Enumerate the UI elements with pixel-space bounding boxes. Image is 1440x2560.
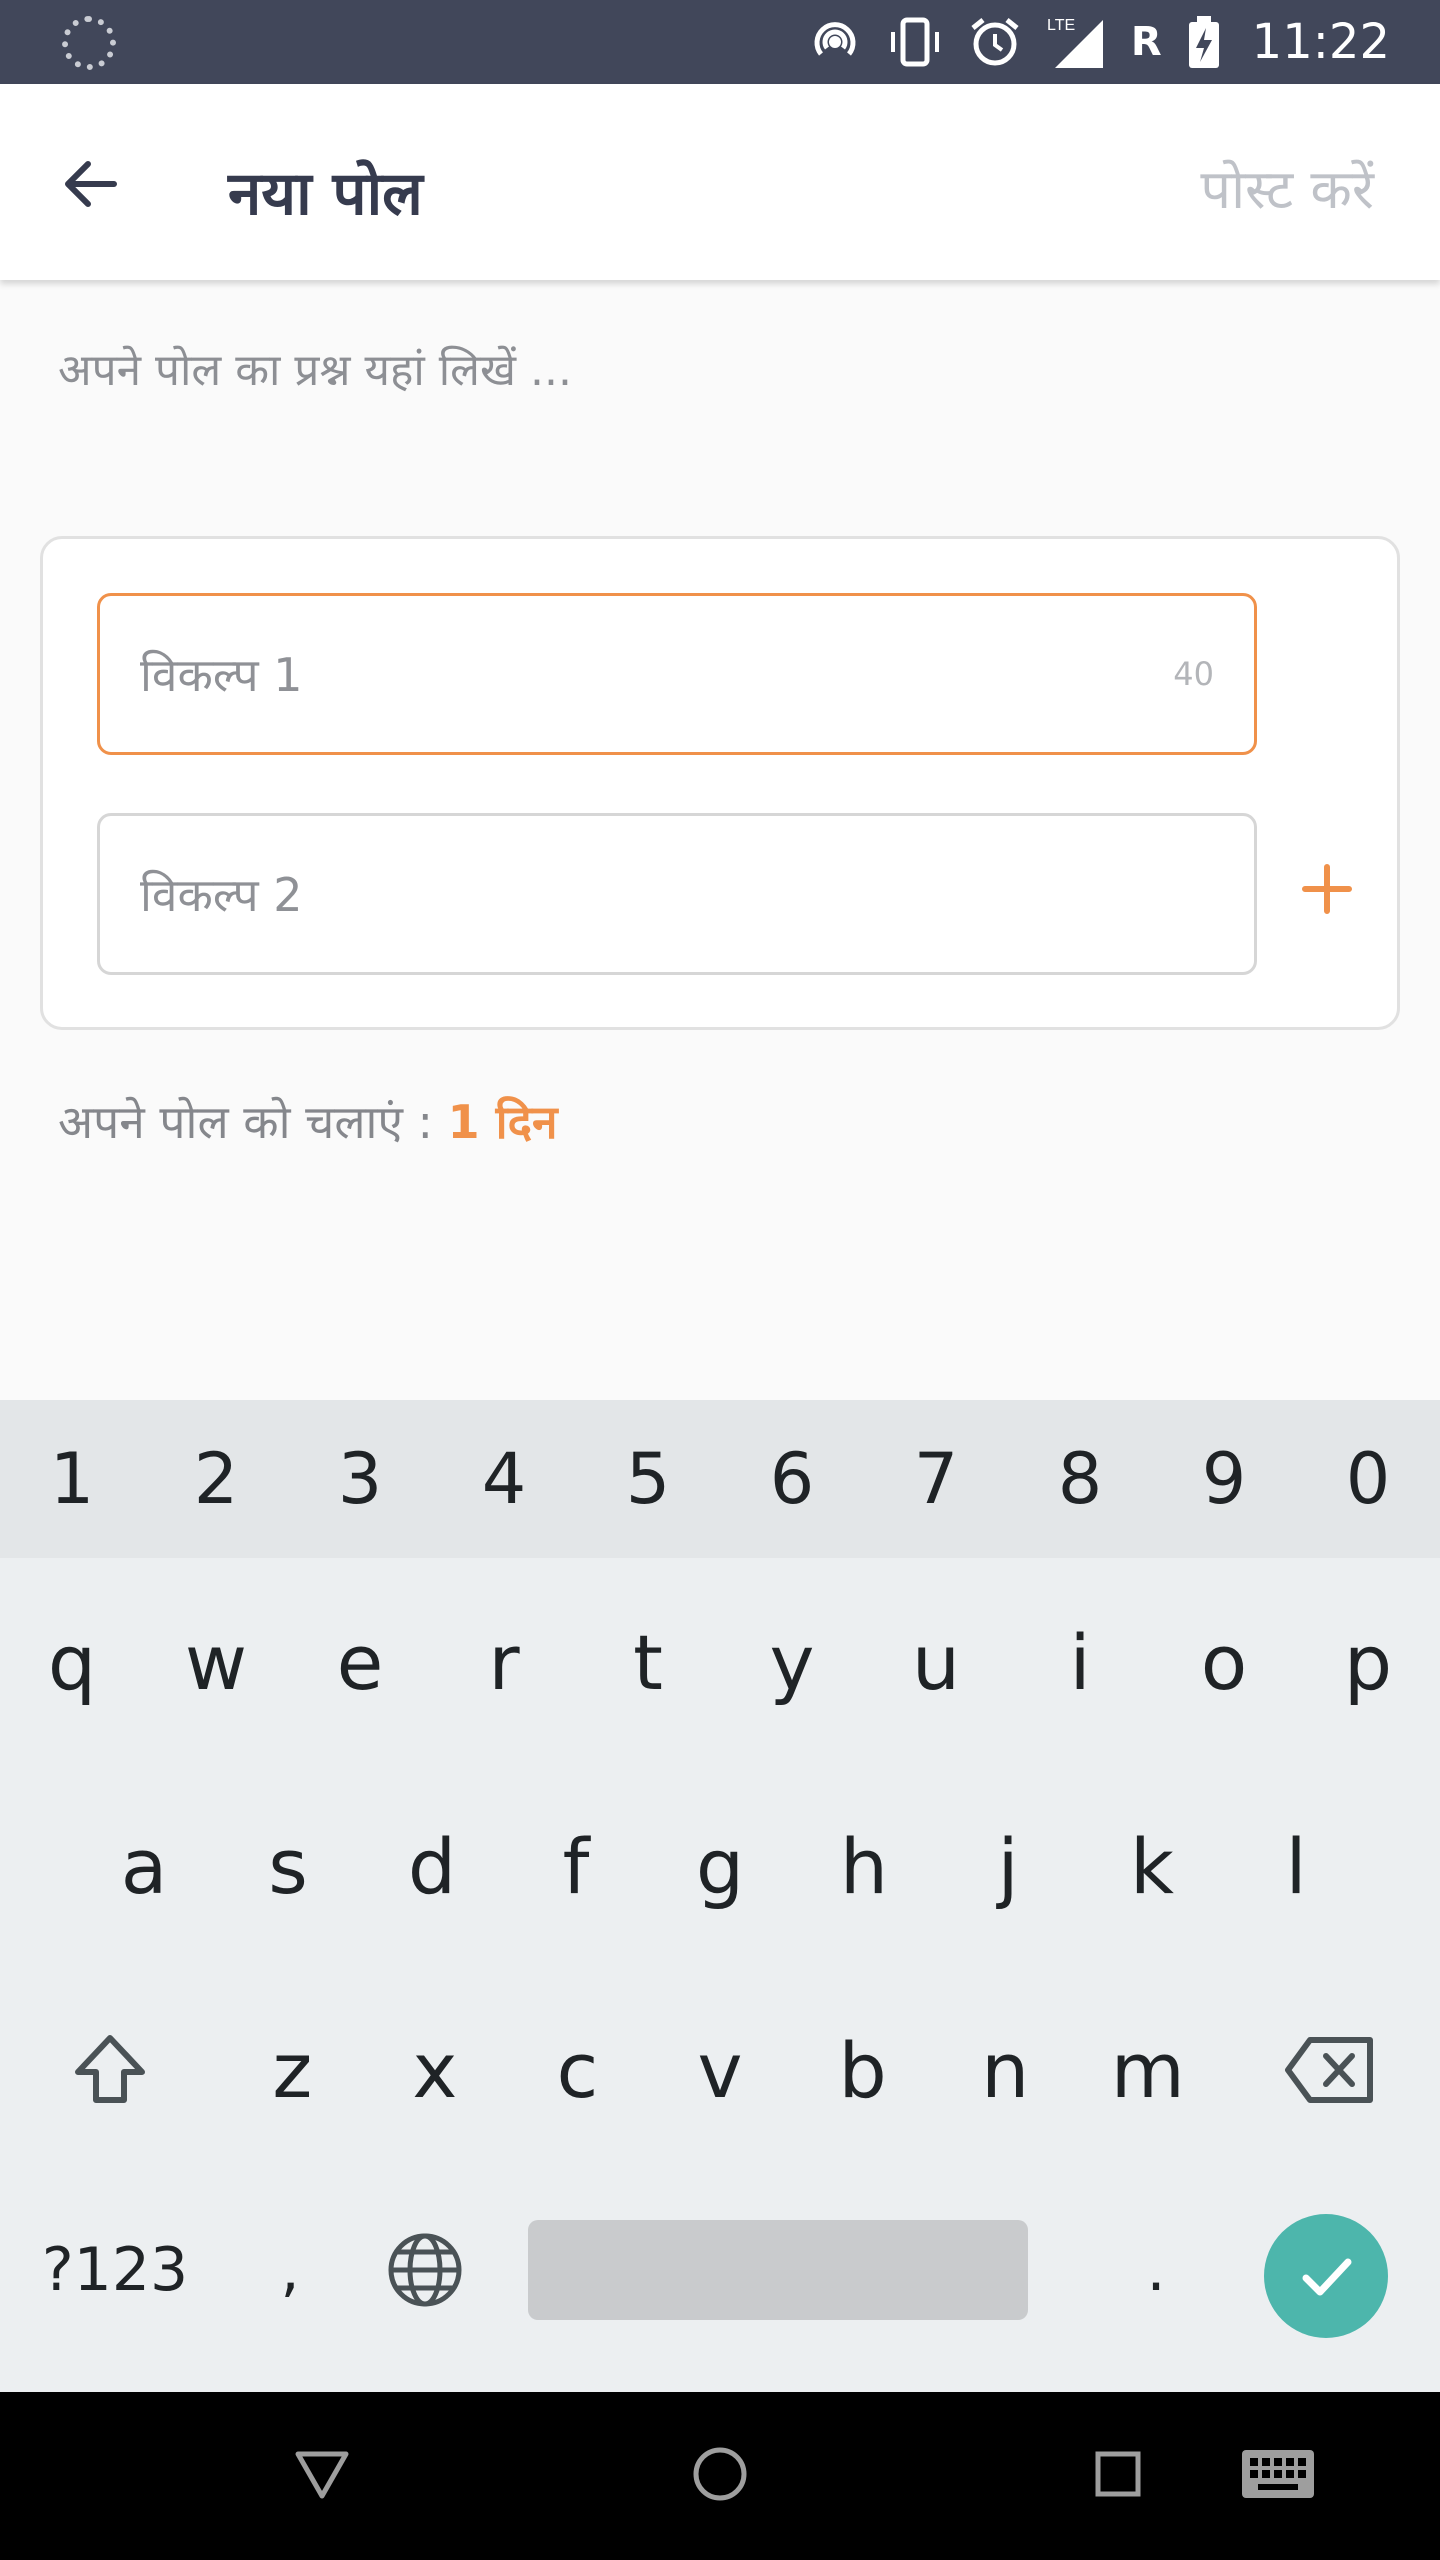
language-key[interactable] xyxy=(350,2170,500,2370)
loading-icon xyxy=(62,16,116,70)
key-c[interactable]: c xyxy=(506,1970,649,2170)
post-button[interactable]: पोस्ट करें xyxy=(1200,150,1374,224)
shift-key[interactable] xyxy=(0,1970,221,2170)
key-f[interactable]: f xyxy=(504,1766,648,1966)
key-3[interactable]: 3 xyxy=(288,1400,432,1558)
option-2-placeholder: विकल्प 2 xyxy=(140,868,303,922)
comma-key[interactable]: , xyxy=(230,2170,350,2370)
hotspot-icon xyxy=(807,14,863,70)
add-option-button[interactable] xyxy=(1287,849,1367,929)
key-1[interactable]: 1 xyxy=(0,1400,144,1558)
alarm-icon xyxy=(967,14,1023,70)
options-card: विकल्प 1 40 विकल्प 2 xyxy=(40,536,1400,1030)
signal-icon: LTE xyxy=(1047,12,1107,72)
key-j[interactable]: j xyxy=(936,1766,1080,1966)
option-1-placeholder: विकल्प 1 xyxy=(140,648,303,702)
nav-home-button[interactable] xyxy=(688,2442,752,2510)
duration-label: अपने पोल को चलाएं : xyxy=(58,1095,448,1149)
key-m[interactable]: m xyxy=(1076,1970,1219,2170)
key-2[interactable]: 2 xyxy=(144,1400,288,1558)
nav-keyboard-button[interactable] xyxy=(1240,2446,1316,2506)
key-w[interactable]: w xyxy=(144,1562,288,1762)
key-l[interactable]: l xyxy=(1224,1766,1368,1966)
key-d[interactable]: d xyxy=(360,1766,504,1966)
space-key[interactable] xyxy=(528,2220,1028,2320)
key-z[interactable]: z xyxy=(221,1970,364,2170)
question-input[interactable]: अपने पोल का प्रश्न यहां लिखें ... xyxy=(58,338,572,398)
key-5[interactable]: 5 xyxy=(576,1400,720,1558)
key-x[interactable]: x xyxy=(364,1970,507,2170)
key-8[interactable]: 8 xyxy=(1008,1400,1152,1558)
backspace-icon xyxy=(1284,2037,1373,2103)
key-n[interactable]: n xyxy=(934,1970,1077,2170)
back-triangle-icon xyxy=(295,2451,349,2499)
key-t[interactable]: t xyxy=(576,1562,720,1762)
key-p[interactable]: p xyxy=(1296,1562,1440,1762)
key-q[interactable]: q xyxy=(0,1562,144,1762)
enter-key[interactable] xyxy=(1264,2214,1388,2338)
arrow-left-icon xyxy=(65,161,117,207)
svg-text:LTE: LTE xyxy=(1047,17,1075,34)
status-bar: LTE R 11:22 xyxy=(0,0,1440,84)
home-circle-icon xyxy=(693,2447,747,2501)
keyboard-row-1: q w e r t y u i o p xyxy=(0,1562,1440,1762)
key-4[interactable]: 4 xyxy=(432,1400,576,1558)
key-0[interactable]: 0 xyxy=(1296,1400,1440,1558)
globe-icon xyxy=(388,2233,462,2307)
key-b[interactable]: b xyxy=(791,1970,934,2170)
symbols-key[interactable]: ?123 xyxy=(0,2170,230,2370)
nav-back-button[interactable] xyxy=(290,2442,354,2510)
duration-value[interactable]: 1 दिन xyxy=(448,1095,558,1149)
keyboard-icon xyxy=(1242,2450,1314,2498)
key-g[interactable]: g xyxy=(648,1766,792,1966)
keyboard-number-row: 1 2 3 4 5 6 7 8 9 0 xyxy=(0,1400,1440,1558)
option-2-field[interactable]: विकल्प 2 xyxy=(97,813,1257,975)
app-bar: नया पोल पोस्ट करें xyxy=(0,84,1440,280)
period-key[interactable]: . xyxy=(1056,2170,1256,2370)
poll-duration: अपने पोल को चलाएं : 1 दिन xyxy=(58,1090,558,1152)
status-icons: LTE R 11:22 xyxy=(807,0,1390,84)
key-e[interactable]: e xyxy=(288,1562,432,1762)
key-k[interactable]: k xyxy=(1080,1766,1224,1966)
shift-icon xyxy=(75,2035,146,2103)
char-counter: 40 xyxy=(1173,655,1214,693)
key-6[interactable]: 6 xyxy=(720,1400,864,1558)
battery-charging-icon xyxy=(1186,14,1222,70)
key-7[interactable]: 7 xyxy=(864,1400,1008,1558)
option-1-field[interactable]: विकल्प 1 40 xyxy=(97,593,1257,755)
key-o[interactable]: o xyxy=(1152,1562,1296,1762)
key-s[interactable]: s xyxy=(216,1766,360,1966)
navigation-bar xyxy=(0,2392,1440,2560)
key-a[interactable]: a xyxy=(72,1766,216,1966)
page-title: नया पोल xyxy=(228,159,423,229)
key-h[interactable]: h xyxy=(792,1766,936,1966)
check-icon xyxy=(1302,2258,1352,2296)
key-9[interactable]: 9 xyxy=(1152,1400,1296,1558)
back-button[interactable] xyxy=(50,144,130,224)
keyboard-row-2: a s d f g h j k l xyxy=(0,1766,1440,1966)
keyboard-row-4: ?123 , . xyxy=(0,2170,1440,2370)
key-y[interactable]: y xyxy=(720,1562,864,1762)
plus-icon xyxy=(1302,864,1352,914)
vibrate-icon xyxy=(887,14,943,70)
key-i[interactable]: i xyxy=(1008,1562,1152,1762)
key-u[interactable]: u xyxy=(864,1562,1008,1762)
keyboard: 1 2 3 4 5 6 7 8 9 0 q w e r t y u i o p … xyxy=(0,1400,1440,2392)
keyboard-row-3: z x c v b n m xyxy=(0,1970,1440,2170)
clock: 11:22 xyxy=(1251,14,1390,70)
recents-square-icon xyxy=(1095,2451,1141,2497)
nav-recents-button[interactable] xyxy=(1086,2442,1150,2510)
backspace-key[interactable] xyxy=(1219,1970,1440,2170)
roaming-indicator: R xyxy=(1130,19,1162,65)
key-v[interactable]: v xyxy=(649,1970,792,2170)
key-r[interactable]: r xyxy=(432,1562,576,1762)
